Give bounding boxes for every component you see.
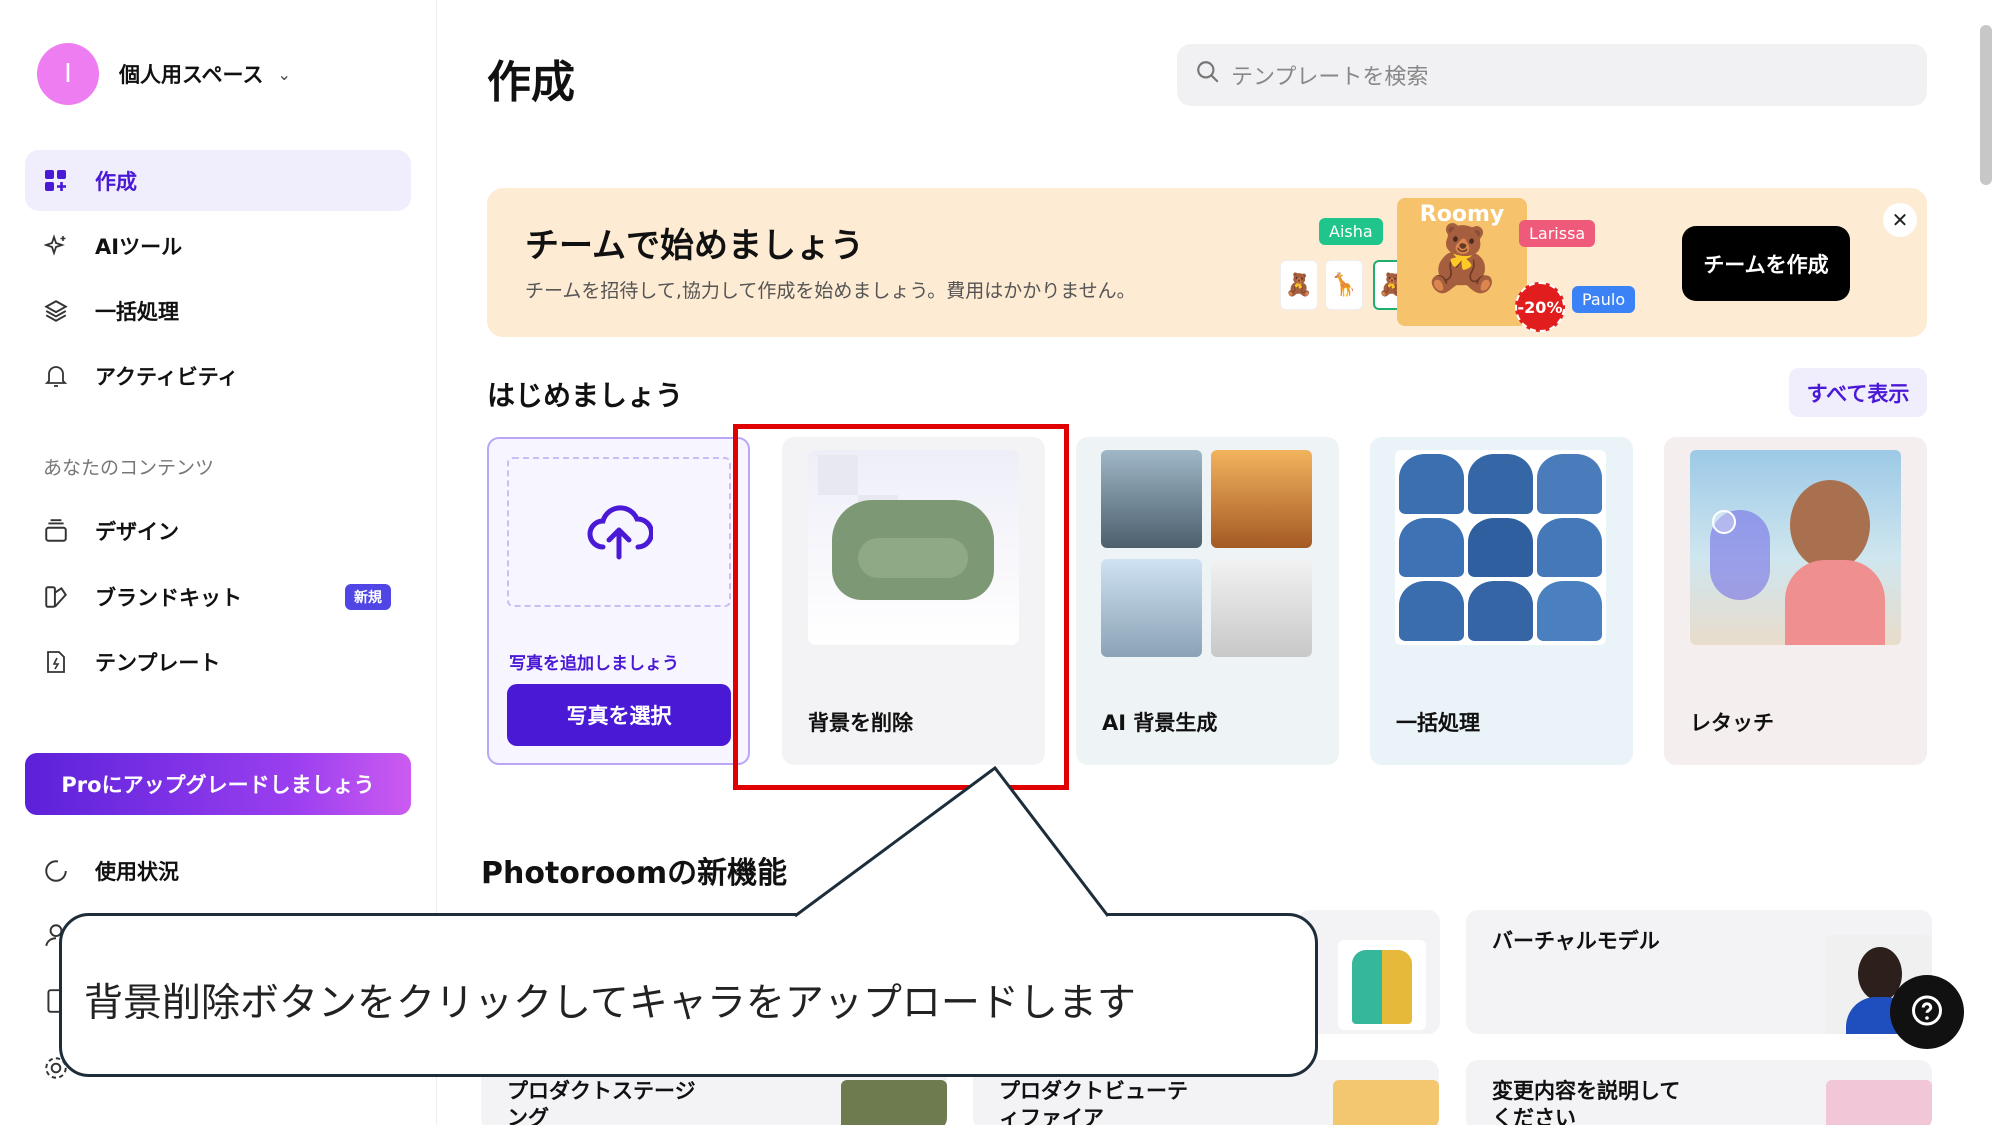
help-button[interactable] [1890,975,1964,1049]
callout-text: 背景削除ボタンをクリックしてキャラをアップロードします [84,981,1136,1026]
callout-pointer [794,765,1110,918]
help-chat-icon [1912,995,1942,1026]
scrollbar-thumb[interactable] [1980,25,1992,185]
